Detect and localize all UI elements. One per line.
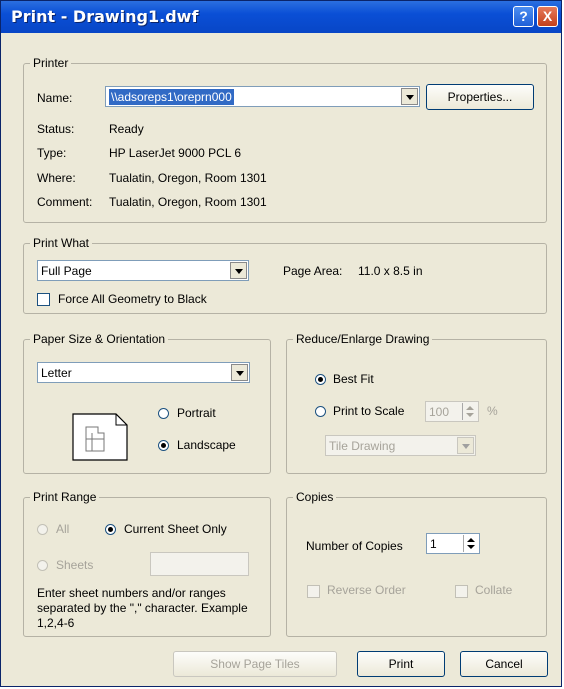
landscape-page-icon — [72, 413, 128, 461]
title-bar[interactable]: Print - Drawing1.dwf ? X — [1, 1, 561, 33]
print-button[interactable]: Print — [357, 651, 445, 677]
where-value: Tualatin, Oregon, Room 1301 — [109, 171, 267, 185]
show-page-tiles-button[interactable]: Show Page Tiles — [173, 651, 337, 677]
landscape-label: Landscape — [177, 438, 236, 452]
print-what-group: Print What Full Page Page Area: 11.0 x 8… — [23, 236, 547, 314]
number-of-copies-label: Number of Copies — [306, 539, 403, 553]
name-label: Name: — [37, 91, 73, 105]
properties-button[interactable]: Properties... — [426, 84, 534, 110]
where-label: Where: — [37, 171, 76, 185]
chevron-down-icon[interactable] — [401, 88, 418, 105]
printer-legend: Printer — [30, 56, 72, 70]
portrait-label: Portrait — [177, 406, 216, 420]
copies-spinner[interactable] — [463, 535, 478, 552]
type-label: Type: — [37, 146, 67, 160]
paper-group: Paper Size & Orientation Letter Portrait… — [23, 332, 271, 474]
page-area-value: 11.0 x 8.5 in — [358, 264, 423, 278]
printer-group: Printer Name: \\adsoreps1\oreprn000 Prop… — [23, 56, 547, 223]
scale-value: 100 — [429, 405, 450, 419]
cancel-button[interactable]: Cancel — [460, 651, 548, 677]
paper-size-value: Letter — [41, 366, 72, 380]
sheets-label: Sheets — [56, 558, 94, 572]
close-button[interactable]: X — [537, 6, 558, 27]
sheets-radio[interactable] — [37, 560, 48, 571]
reverse-order-label: Reverse Order — [327, 583, 406, 597]
landscape-radio[interactable] — [158, 440, 169, 451]
status-label: Status: — [37, 122, 75, 136]
chevron-down-icon[interactable] — [231, 364, 248, 381]
print-what-legend: Print What — [30, 236, 93, 250]
collate-label: Collate — [475, 583, 513, 597]
current-sheet-radio[interactable] — [105, 524, 116, 535]
collate-checkbox[interactable] — [455, 585, 468, 598]
force-black-label: Force All Geometry to Black — [58, 292, 207, 306]
print-what-select[interactable]: Full Page — [37, 260, 249, 281]
copies-group: Copies Number of Copies 1 Reverse Order … — [286, 490, 547, 637]
copies-value: 1 — [430, 537, 437, 551]
percent-label: % — [487, 404, 498, 418]
best-fit-label: Best Fit — [333, 372, 374, 386]
reverse-order-checkbox[interactable] — [307, 585, 320, 598]
printer-name-select[interactable]: \\adsoreps1\oreprn000 — [105, 86, 420, 107]
comment-label: Comment: — [37, 195, 93, 209]
print-to-scale-label: Print to Scale — [333, 404, 405, 418]
status-value: Ready — [109, 122, 144, 136]
window-title: Print - Drawing1.dwf — [11, 7, 199, 26]
print-range-group: Print Range All Current Sheet Only Sheet… — [23, 490, 271, 637]
reduce-legend: Reduce/Enlarge Drawing — [293, 332, 433, 346]
help-button[interactable]: ? — [513, 6, 534, 27]
chevron-down-icon[interactable] — [457, 437, 474, 454]
copies-legend: Copies — [293, 490, 337, 504]
comment-value: Tualatin, Oregon, Room 1301 — [109, 195, 267, 209]
tile-drawing-select[interactable]: Tile Drawing — [325, 435, 476, 456]
copies-input[interactable]: 1 — [426, 533, 480, 554]
scale-spinner[interactable] — [462, 403, 477, 420]
type-value: HP LaserJet 9000 PCL 6 — [109, 146, 242, 160]
current-sheet-label: Current Sheet Only — [124, 522, 227, 536]
print-what-value: Full Page — [41, 264, 92, 278]
print-range-legend: Print Range — [30, 490, 100, 504]
all-label: All — [56, 522, 70, 536]
reduce-group: Reduce/Enlarge Drawing Best Fit Print to… — [286, 332, 547, 474]
paper-legend: Paper Size & Orientation — [30, 332, 169, 346]
all-radio[interactable] — [37, 524, 48, 535]
print-to-scale-radio[interactable] — [315, 406, 326, 417]
force-black-checkbox[interactable] — [37, 293, 50, 306]
scale-input[interactable]: 100 — [425, 401, 479, 422]
chevron-down-icon[interactable] — [230, 262, 247, 279]
sheets-input[interactable] — [150, 552, 249, 576]
tile-drawing-value: Tile Drawing — [329, 439, 396, 453]
sheets-hint: Enter sheet numbers and/or ranges separa… — [37, 586, 248, 630]
best-fit-radio[interactable] — [315, 374, 326, 385]
paper-size-select[interactable]: Letter — [37, 362, 250, 383]
printer-name-value: \\adsoreps1\oreprn000 — [109, 89, 234, 105]
print-dialog: Print - Drawing1.dwf ? X Printer Name: \… — [0, 0, 562, 687]
page-area-label: Page Area: — [283, 264, 343, 278]
portrait-radio[interactable] — [158, 408, 169, 419]
